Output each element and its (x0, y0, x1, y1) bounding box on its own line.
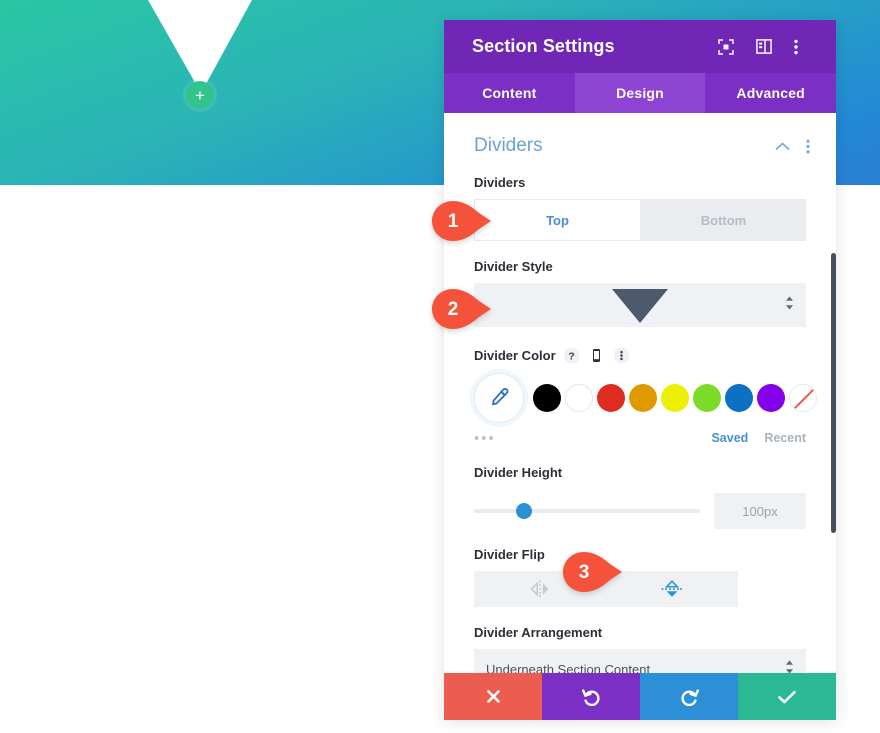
expand-icon[interactable] (718, 38, 734, 55)
dividers-section-title: Dividers (474, 135, 543, 156)
divider-style-select[interactable] (474, 283, 806, 327)
settings-scroll-area[interactable]: Dividers Dividers Top Bottom Divider Sty… (444, 113, 836, 673)
chevron-updown-icon (785, 660, 794, 673)
swatch-red[interactable] (597, 384, 625, 412)
swatch-white[interactable] (565, 384, 593, 412)
page-title: Section Settings (472, 36, 615, 56)
tab-content[interactable]: Content (444, 73, 575, 113)
close-button[interactable] (444, 673, 542, 720)
divider-style-label: Divider Style (474, 259, 553, 274)
dividers-label: Dividers (474, 175, 526, 190)
palette-recent-link[interactable]: Recent (764, 431, 806, 445)
swatch-blue[interactable] (725, 384, 753, 412)
palette-saved-link[interactable]: Saved (711, 431, 748, 445)
dividers-bottom-option[interactable]: Bottom (641, 199, 806, 241)
callout-badge-3: 3 (562, 551, 624, 593)
color-palette (474, 373, 817, 423)
divider-height-slider[interactable] (474, 503, 700, 519)
kebab-menu-icon[interactable] (613, 347, 630, 364)
save-button[interactable] (738, 673, 836, 720)
callout-badge-1-number: 1 (447, 210, 459, 232)
swatch-black[interactable] (533, 384, 561, 412)
divider-color-label: Divider Color ? (474, 347, 806, 364)
triangle-down-icon (612, 289, 668, 323)
dividers-toggle-group: Top Bottom (474, 199, 806, 241)
callout-badge-2-number: 2 (447, 298, 459, 320)
chevron-up-icon[interactable] (775, 141, 790, 151)
swatch-yellow[interactable] (661, 384, 689, 412)
layout-icon[interactable] (756, 38, 772, 55)
add-section-plus-icon: + (195, 85, 205, 105)
svg-text:?: ? (568, 350, 574, 362)
swatch-orange[interactable] (629, 384, 657, 412)
palette-footer: ••• Saved Recent (474, 429, 806, 447)
help-icon[interactable]: ? (563, 347, 580, 364)
divider-height-label: Divider Height (474, 465, 563, 480)
divider-height-field: Divider Height 100px (444, 447, 836, 533)
undo-button[interactable] (542, 673, 640, 720)
mobile-icon[interactable] (588, 347, 605, 364)
panel-scrollbar[interactable] (831, 253, 836, 533)
more-colors-icon[interactable]: ••• (474, 431, 695, 446)
section-settings-modal[interactable]: Section Settings Content Design Advanced… (444, 20, 837, 720)
eyedropper-icon[interactable] (474, 373, 524, 423)
tab-design[interactable]: Design (574, 73, 706, 113)
swatch-green[interactable] (693, 384, 721, 412)
modal-tabs: Content Design Advanced (444, 73, 837, 113)
divider-arrangement-field: Divider Arrangement Underneath Section C… (444, 607, 836, 673)
divider-arrangement-label: Divider Arrangement (474, 625, 603, 640)
divider-style-field: Divider Style (444, 241, 836, 327)
swatch-purple[interactable] (757, 384, 785, 412)
callout-badge-3-number: 3 (578, 561, 590, 583)
redo-button[interactable] (640, 673, 738, 720)
tab-advanced[interactable]: Advanced (705, 73, 837, 113)
kebab-menu-icon[interactable] (794, 39, 810, 55)
add-section-button[interactable]: + (186, 81, 214, 109)
divider-flip-vertical[interactable] (606, 571, 738, 607)
chevron-updown-icon (785, 296, 794, 315)
callout-badge-2: 2 (431, 288, 493, 330)
callout-badge-1: 1 (431, 200, 493, 242)
modal-footer (444, 673, 836, 720)
divider-color-label-text: Divider Color (474, 348, 556, 363)
divider-flip-label: Divider Flip (474, 547, 545, 562)
swatch-transparent[interactable] (789, 384, 817, 412)
dividers-top-option[interactable]: Top (474, 199, 641, 241)
slider-knob[interactable] (515, 503, 532, 519)
dividers-field: Dividers Top Bottom (444, 167, 836, 241)
modal-body: Dividers Dividers Top Bottom Divider Sty… (444, 113, 836, 673)
divider-arrangement-value: Underneath Section Content (486, 661, 651, 674)
modal-header: Section Settings (444, 20, 836, 73)
divider-arrangement-select[interactable]: Underneath Section Content (474, 649, 806, 673)
divider-height-input[interactable]: 100px (714, 493, 806, 529)
dividers-section-header[interactable]: Dividers (444, 113, 836, 167)
divider-height-slider-row: 100px (474, 489, 806, 533)
divider-flip-field: Divider Flip (444, 533, 836, 607)
divider-color-field: Divider Color ? ••• Saved Recent (444, 327, 836, 447)
kebab-menu-icon[interactable] (806, 139, 810, 154)
divider-style-preview (474, 283, 806, 327)
modal-header-actions (718, 38, 810, 55)
